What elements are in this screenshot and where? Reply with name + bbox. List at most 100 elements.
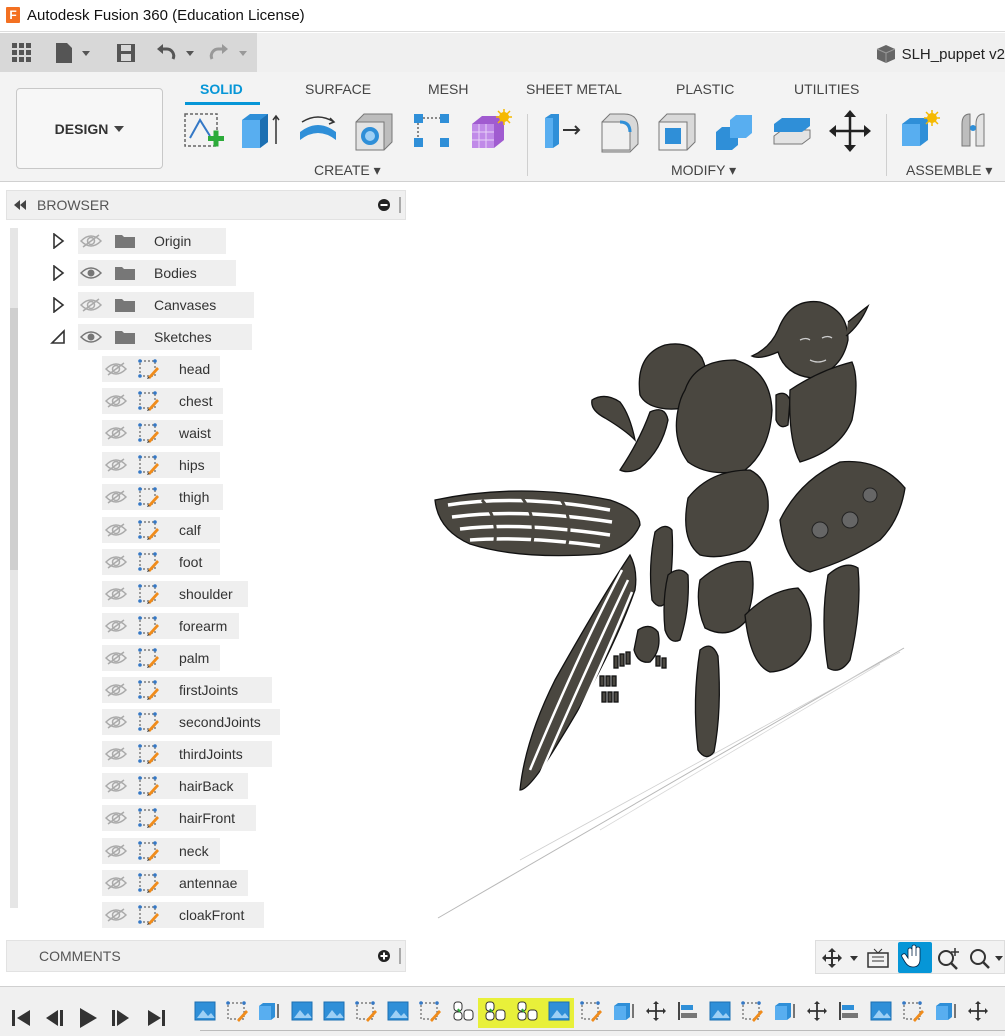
sketch-item-calf[interactable]: calf xyxy=(100,516,290,543)
minus-circle-icon[interactable] xyxy=(377,198,391,212)
modify-menu[interactable]: MODIFY ▾ xyxy=(671,162,736,179)
timeline-sketch-icon[interactable] xyxy=(579,1000,607,1026)
antennae-part[interactable] xyxy=(591,395,637,442)
timeline-align-icon[interactable] xyxy=(676,1000,704,1026)
eye-hidden-icon[interactable] xyxy=(104,810,128,826)
timeline-sketch-icon[interactable] xyxy=(418,1000,446,1026)
panel-resize-handle[interactable] xyxy=(399,948,401,964)
chest-part[interactable] xyxy=(685,469,769,558)
eye-hidden-icon[interactable] xyxy=(104,682,128,698)
sketch-item-foot[interactable]: foot xyxy=(100,548,290,575)
timeline-move-icon[interactable] xyxy=(805,1000,833,1026)
timeline-joint-icon[interactable] xyxy=(515,1000,543,1026)
eye-hidden-icon[interactable] xyxy=(104,425,128,441)
browser-scrollbar-thumb[interactable] xyxy=(10,308,18,570)
sketch-item-chest[interactable]: chest xyxy=(100,388,290,415)
tab-plastic[interactable]: PLASTIC xyxy=(676,81,734,97)
collapse-panel-icon[interactable] xyxy=(13,200,27,210)
zoom-window-icon[interactable] xyxy=(968,946,1004,970)
3d-viewport[interactable]: .p { fill: #4a4740; stroke: #111; stroke… xyxy=(410,190,1005,935)
eye-hidden-icon[interactable] xyxy=(79,297,103,313)
eye-hidden-icon[interactable] xyxy=(104,907,128,923)
press-pull-icon[interactable] xyxy=(541,108,585,154)
joint-icon[interactable] xyxy=(956,108,1000,154)
fillet-icon[interactable] xyxy=(598,108,642,154)
waist-part[interactable] xyxy=(697,560,754,634)
combine-icon[interactable] xyxy=(712,108,756,154)
shell-icon[interactable] xyxy=(655,108,699,154)
assemble-menu[interactable]: ASSEMBLE ▾ xyxy=(906,162,992,179)
eye-icon[interactable] xyxy=(79,329,103,345)
tab-mesh[interactable]: MESH xyxy=(428,81,468,97)
go-to-end-icon[interactable] xyxy=(148,1010,165,1026)
panel-resize-handle[interactable] xyxy=(399,197,401,213)
timeline-align-icon[interactable] xyxy=(837,1000,865,1026)
sketch-item-forearm[interactable]: forearm xyxy=(100,612,290,639)
small-joint-part[interactable] xyxy=(775,392,791,428)
play-icon[interactable] xyxy=(80,1008,97,1028)
finger-joints-group[interactable] xyxy=(599,651,667,703)
eye-hidden-icon[interactable] xyxy=(104,843,128,859)
workspace-switcher[interactable]: DESIGN xyxy=(16,88,163,169)
eye-hidden-icon[interactable] xyxy=(104,457,128,473)
sketch-item-cloakFront[interactable]: cloakFront xyxy=(100,901,290,928)
eye-hidden-icon[interactable] xyxy=(104,554,128,570)
timeline-canvas-icon[interactable] xyxy=(386,1000,414,1026)
new-component-icon[interactable] xyxy=(898,108,942,154)
timeline-canvas-icon[interactable] xyxy=(547,1000,575,1026)
look-at-icon[interactable] xyxy=(866,947,890,969)
timeline-canvas-icon[interactable] xyxy=(322,1000,350,1026)
zoom-icon[interactable] xyxy=(936,946,960,970)
expand-arrow-icon[interactable] xyxy=(50,296,66,314)
eye-hidden-icon[interactable] xyxy=(104,875,128,891)
timeline-move-icon[interactable] xyxy=(644,1000,672,1026)
eye-hidden-icon[interactable] xyxy=(104,586,128,602)
revolve-icon[interactable] xyxy=(296,108,340,154)
palm-part[interactable] xyxy=(633,625,660,663)
timeline-sketch-icon[interactable] xyxy=(354,1000,382,1026)
sketch-item-firstJoints[interactable]: firstJoints xyxy=(100,677,290,703)
timeline-extrude-icon[interactable] xyxy=(934,1000,962,1026)
data-panel-button[interactable] xyxy=(6,33,38,72)
sketch-item-palm[interactable]: palm xyxy=(100,644,290,671)
save-button[interactable] xyxy=(112,33,140,72)
sketch-item-neck[interactable]: neck xyxy=(100,837,290,864)
foot-part[interactable] xyxy=(694,645,720,758)
timeline-canvas-icon[interactable] xyxy=(869,1000,897,1026)
sketch-item-hairFront[interactable]: hairFront xyxy=(100,805,290,832)
folder-canvases[interactable]: Canvases xyxy=(50,292,254,318)
cloak-front-part[interactable] xyxy=(779,460,906,573)
eye-hidden-icon[interactable] xyxy=(104,489,128,505)
extrude-icon[interactable] xyxy=(238,108,282,154)
sketch-item-thirdJoints[interactable]: thirdJoints xyxy=(100,741,290,768)
hole-icon[interactable] xyxy=(352,108,396,154)
timeline-sketch-icon[interactable] xyxy=(225,1000,253,1026)
document-tab[interactable]: SLH_puppet v2 xyxy=(875,44,1005,64)
file-menu-button[interactable] xyxy=(52,33,94,72)
timeline-move-icon[interactable] xyxy=(966,1000,994,1026)
timeline-canvas-icon[interactable] xyxy=(708,1000,736,1026)
eye-hidden-icon[interactable] xyxy=(104,522,128,538)
folder-bodies[interactable]: Bodies xyxy=(50,260,240,286)
step-forward-icon[interactable] xyxy=(112,1010,129,1026)
collapse-arrow-icon[interactable] xyxy=(50,329,66,345)
eye-hidden-icon[interactable] xyxy=(104,746,128,762)
eye-hidden-icon[interactable] xyxy=(104,361,128,377)
eye-hidden-icon[interactable] xyxy=(104,714,128,730)
eye-hidden-icon[interactable] xyxy=(104,778,128,794)
undo-button[interactable] xyxy=(155,33,199,72)
eye-hidden-icon[interactable] xyxy=(104,650,128,666)
pan-button[interactable] xyxy=(898,942,932,973)
create-sketch-icon[interactable] xyxy=(182,108,226,154)
plus-circle-icon[interactable] xyxy=(377,949,391,963)
tab-sheet-metal[interactable]: SHEET METAL xyxy=(526,81,622,97)
timeline-extrude-icon[interactable] xyxy=(257,1000,285,1026)
timeline-joint-icon[interactable] xyxy=(451,1000,479,1026)
timeline-canvas-icon[interactable] xyxy=(193,1000,221,1026)
eye-hidden-icon[interactable] xyxy=(104,393,128,409)
tab-surface[interactable]: SURFACE xyxy=(305,81,371,97)
timeline-joint-icon[interactable] xyxy=(483,1000,511,1026)
shoulder-part[interactable] xyxy=(789,361,857,463)
redo-button[interactable] xyxy=(208,33,252,72)
orbit-icon[interactable] xyxy=(822,948,860,968)
